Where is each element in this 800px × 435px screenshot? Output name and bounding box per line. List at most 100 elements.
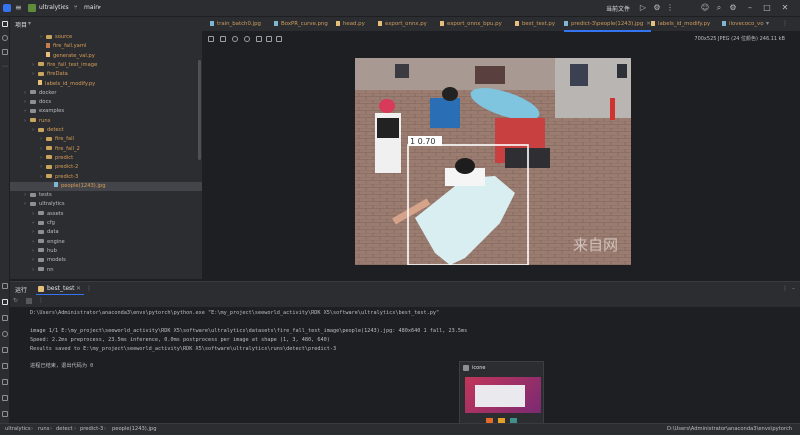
editor-tab[interactable]: export_onnx.py — [378, 17, 427, 32]
run-console[interactable]: D:\Users\Administrator\anaconda3\envs\py… — [22, 307, 800, 423]
console-icon[interactable] — [2, 363, 8, 369]
search-tool-icon[interactable] — [2, 331, 8, 337]
tree-item[interactable]: › hub — [10, 247, 202, 256]
tree-item[interactable]: › nn — [10, 266, 202, 275]
actual-size-icon[interactable] — [256, 36, 262, 42]
current-file-selector[interactable]: 当前文件 — [606, 4, 630, 13]
zoom-in-icon[interactable] — [232, 36, 238, 42]
search-icon[interactable]: ⌕ — [714, 3, 724, 13]
run-tool-icon[interactable] — [2, 299, 8, 305]
interpreter-path[interactable]: D:\Users\Administrator\anaconda3\envs\py… — [667, 426, 792, 432]
editor-tab[interactable]: ilovecoco_vo — [722, 17, 764, 32]
tree-item[interactable]: › cfg — [10, 219, 202, 228]
user-icon[interactable]: ☺ — [700, 3, 710, 13]
editor-tab[interactable]: predict-3\people(1243).jpg ✕ — [564, 17, 651, 32]
taskbar-preview-popup[interactable]: icone — [459, 361, 544, 429]
maximize-icon[interactable]: □ — [762, 3, 772, 13]
terminal-icon[interactable] — [2, 379, 8, 385]
tree-item[interactable]: › tests — [10, 191, 202, 200]
more-icon[interactable]: ⋮ — [665, 3, 675, 13]
folder-icon — [46, 164, 52, 169]
rerun-icon[interactable]: ↻ — [13, 297, 18, 304]
tree-item[interactable]: generate_val.py — [10, 52, 202, 61]
editor-tab[interactable]: export_onnx_bpu.py — [440, 17, 502, 32]
tree-item-label: docs — [39, 99, 52, 106]
tree-item[interactable]: › fire_fall — [10, 135, 202, 144]
python-file-icon — [440, 20, 444, 26]
problems-icon[interactable] — [2, 395, 8, 401]
tree-item[interactable]: › fireData — [10, 70, 202, 79]
folder-icon — [46, 136, 52, 141]
python-packages-icon[interactable] — [2, 283, 8, 289]
close-icon[interactable]: ✕ — [76, 285, 81, 292]
tree-item[interactable]: › source — [10, 33, 202, 42]
layers-icon[interactable] — [2, 347, 8, 353]
tree-item[interactable]: › data — [10, 228, 202, 237]
tree-item[interactable]: › examples — [10, 107, 202, 116]
tree-item[interactable]: fire_fall.yaml — [10, 42, 202, 51]
background-icon[interactable] — [266, 36, 272, 42]
git-icon[interactable] — [2, 411, 8, 417]
tree-item[interactable]: › predict — [10, 154, 202, 163]
grid-icon[interactable] — [220, 36, 226, 42]
popup-title: icone — [472, 365, 486, 371]
editor-tab[interactable]: head.py — [336, 17, 365, 32]
image-file-icon — [722, 20, 726, 26]
tree-item[interactable]: › fire_fall_2 — [10, 145, 202, 154]
editor-tab[interactable]: labels_id_modify.py — [651, 17, 710, 32]
breadcrumb-predict[interactable]: predict-3 — [80, 426, 103, 432]
tree-item[interactable]: labels_id_modify.py — [10, 80, 202, 89]
minimize-panel-icon[interactable]: – — [792, 285, 795, 292]
tree-item[interactable]: › ultralytics — [10, 200, 202, 209]
tree-item[interactable]: › engine — [10, 238, 202, 247]
fit-icon[interactable] — [208, 36, 214, 42]
tree-item[interactable]: › runs — [10, 117, 202, 126]
editor-tab[interactable]: best_test.py — [515, 17, 555, 32]
chevron-down-icon[interactable]: ▾ — [766, 20, 769, 27]
structure-icon[interactable] — [2, 49, 8, 55]
project-tool-icon[interactable] — [2, 21, 8, 27]
tree-item[interactable]: people(1243).jpg — [10, 181, 202, 191]
stop-icon[interactable] — [26, 298, 32, 304]
settings-icon[interactable]: ⚙ — [728, 3, 738, 13]
chevron-down-icon[interactable]: ▾ — [28, 20, 31, 27]
more-tools-icon[interactable]: ⋯ — [2, 63, 8, 70]
commit-icon[interactable] — [2, 35, 8, 41]
folder-icon — [46, 174, 52, 178]
tree-item[interactable]: › docs — [10, 98, 202, 107]
tree-item[interactable]: › detect — [10, 126, 202, 135]
tree-item[interactable]: › models — [10, 256, 202, 265]
zoom-out-icon[interactable] — [244, 36, 250, 42]
detection-photo: 1 0.70 来自网 — [355, 58, 631, 265]
tree-item[interactable]: › predict-3 — [10, 173, 202, 182]
console-line: D:\Users\Administrator\anaconda3\envs\py… — [30, 310, 440, 316]
debug-icon[interactable]: ⚙ — [652, 3, 662, 13]
branch-name[interactable]: main — [84, 4, 99, 11]
run-tab-best-test[interactable]: best_test — [47, 285, 75, 292]
hamburger-icon[interactable]: ≡ — [15, 4, 22, 12]
breadcrumb-root[interactable]: ultralytics — [5, 426, 31, 432]
chevron-down-icon[interactable]: ▾ — [98, 4, 101, 11]
more-icon[interactable]: ⋮ — [782, 20, 788, 27]
color-picker-icon[interactable] — [276, 36, 282, 42]
minimize-icon[interactable]: – — [745, 3, 755, 13]
run-icon[interactable]: ▷ — [638, 3, 648, 13]
editor-tab[interactable]: BoxPR_curve.png — [274, 17, 328, 32]
folder-icon — [38, 239, 44, 244]
tree-item[interactable]: › predict-2 — [10, 163, 202, 172]
breadcrumb-detect[interactable]: detect — [56, 426, 73, 432]
project-scrollbar[interactable] — [198, 60, 201, 160]
more-icon[interactable]: ⋮ — [782, 285, 788, 292]
tree-item[interactable]: › docker — [10, 89, 202, 98]
tree-item[interactable]: › fire_fall_test_image — [10, 61, 202, 70]
debug-tool-icon[interactable] — [2, 315, 8, 321]
tree-item[interactable]: › assets — [10, 210, 202, 219]
status-bar: ultralytics › runs › detect › predict-3 … — [0, 423, 800, 435]
more-icon[interactable]: ⋮ — [38, 297, 44, 304]
breadcrumb-file[interactable]: people(1243).jpg — [112, 426, 157, 432]
editor-tab[interactable]: train_batch0.jpg — [210, 17, 261, 32]
chevron-down-icon[interactable]: ▾ — [62, 4, 65, 11]
close-icon[interactable]: ✕ — [780, 3, 790, 13]
breadcrumb-runs[interactable]: runs — [38, 426, 49, 432]
more-icon[interactable]: ⋮ — [86, 285, 92, 292]
